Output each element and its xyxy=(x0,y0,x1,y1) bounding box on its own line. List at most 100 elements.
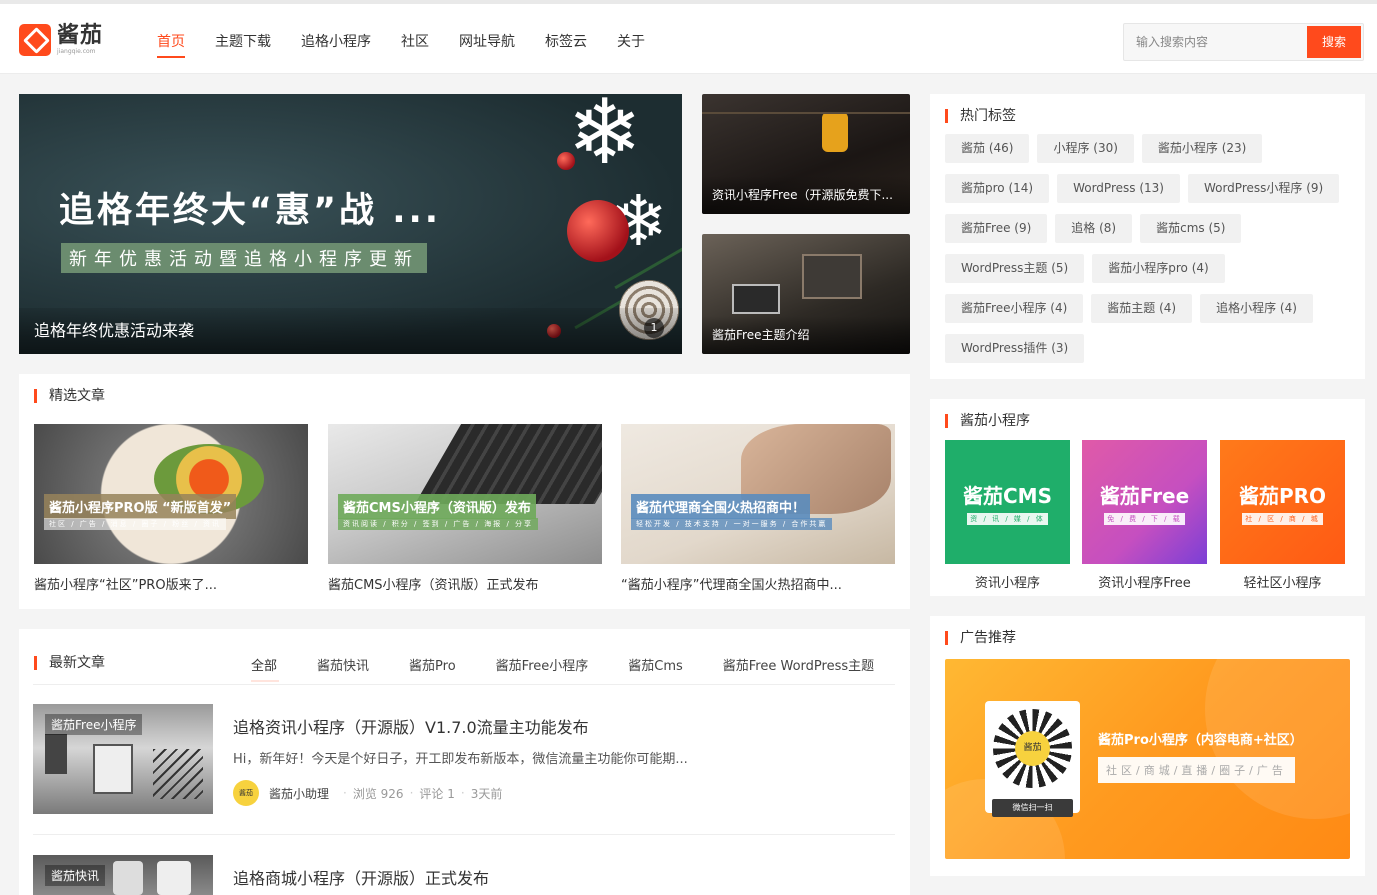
hero-subtitle: 新年优惠活动暨追格小程序更新 xyxy=(61,243,427,273)
tag-item[interactable]: WordPress主题 (5) xyxy=(945,254,1085,283)
post-author[interactable]: 酱茄小助理 xyxy=(269,785,329,802)
hero-slider[interactable]: ❄ ❄ 追格年终大“惠”战 ... 新年优惠活动暨追格小程序更新 追格年终优惠活… xyxy=(19,94,682,354)
tab-pro[interactable]: 酱茄Pro xyxy=(409,655,456,674)
tag-item[interactable]: 酱茄cms (5) xyxy=(1140,214,1242,243)
ad-panel: 广告推荐 酱茄 微信扫一扫 酱茄Pro小程序（内容电商+社区） 社区/商城/直播… xyxy=(930,616,1365,876)
nav-theme-download[interactable]: 主题下载 xyxy=(200,4,286,74)
keyboard-image xyxy=(414,424,602,504)
post-thumbnail[interactable]: 酱茄Free小程序 xyxy=(33,704,213,814)
qr-label: 微信扫一扫 xyxy=(992,799,1073,817)
slide-indicator[interactable]: 1 xyxy=(644,318,664,338)
latest-panel: 最新文章 全部 酱茄快讯 酱茄Pro 酱茄Free小程序 酱茄Cms 酱茄Fre… xyxy=(19,629,910,895)
section-title: 精选文章 xyxy=(34,389,105,403)
featured-title[interactable]: 酱茄CMS小程序（资讯版）正式发布 xyxy=(328,574,602,593)
nav-about[interactable]: 关于 xyxy=(602,4,660,74)
nav-tag-cloud[interactable]: 标签云 xyxy=(530,4,602,74)
mini-program-tagline: 免 / 费 / 下 / 载 xyxy=(1104,513,1185,525)
qr-code-card[interactable]: 酱茄 微信扫一扫 xyxy=(985,701,1080,817)
tag-item[interactable]: 小程序 (30) xyxy=(1037,134,1134,163)
post-comments: 评论 1 xyxy=(419,786,455,801)
list-item[interactable]: 酱茄Free小程序 追格资讯小程序（开源版）V1.7.0流量主功能发布 Hi，新… xyxy=(33,704,895,814)
mini-programs-panel: 酱茄小程序 酱茄CMS 资 / 讯 / 媒 / 体 资讯小程序 酱茄Free 免… xyxy=(930,399,1365,596)
site-logo[interactable]: 酱茄 jiangqie.com xyxy=(19,24,103,56)
hot-tags-panel: 热门标签 酱茄 (46) 小程序 (30) 酱茄小程序 (23) 酱茄pro (… xyxy=(930,94,1365,379)
tab-all[interactable]: 全部 xyxy=(251,655,277,674)
mini-program-name[interactable]: 资讯小程序Free xyxy=(1082,572,1207,591)
tag-item[interactable]: WordPress (13) xyxy=(1057,174,1180,203)
post-thumbnail[interactable]: 酱茄快讯 xyxy=(33,855,213,895)
ad-banner[interactable]: 酱茄 微信扫一扫 酱茄Pro小程序（内容电商+社区） 社区/商城/直播/圈子/广… xyxy=(945,659,1350,859)
nav-home[interactable]: 首页 xyxy=(142,4,200,74)
tag-cloud: 酱茄 (46) 小程序 (30) 酱茄小程序 (23) 酱茄pro (14) W… xyxy=(945,134,1355,374)
tag-item[interactable]: WordPress小程序 (9) xyxy=(1187,174,1340,203)
search-input[interactable] xyxy=(1124,24,1306,60)
side-slide-caption: 资讯小程序Free（开源版免费下... xyxy=(702,176,910,214)
post-meta: 酱茄 酱茄小助理 · 浏览 926 · 评论 1 · 3天前 xyxy=(233,780,502,806)
list-item[interactable]: 酱茄快讯 追格商城小程序（开源版）正式发布 xyxy=(33,855,895,895)
featured-card[interactable]: 酱茄代理商全国火热招商中！ 轻松开发 / 技术支持 / 一对一服务 / 合作共赢… xyxy=(621,424,895,593)
featured-overlay: 酱茄CMS小程序（资讯版）发布 xyxy=(338,494,536,519)
tag-item[interactable]: 酱茄 (46) xyxy=(945,134,1030,163)
tag-item[interactable]: 酱茄pro (14) xyxy=(945,174,1050,203)
section-title: 广告推荐 xyxy=(945,631,1016,645)
section-title: 最新文章 xyxy=(34,656,105,670)
tab-news[interactable]: 酱茄快讯 xyxy=(317,655,369,674)
mini-program-name[interactable]: 轻社区小程序 xyxy=(1220,572,1345,591)
active-tab-indicator xyxy=(251,680,279,682)
side-slide-caption: 酱茄Free主题介绍 xyxy=(702,316,910,354)
ornament-ball xyxy=(567,200,629,262)
search-box: 搜索 xyxy=(1123,23,1364,61)
site-header: 酱茄 jiangqie.com 首页 主题下载 追格小程序 社区 网址导航 标签… xyxy=(0,4,1377,74)
side-slide-2[interactable]: 酱茄Free主题介绍 xyxy=(702,234,910,354)
featured-overlay-sub: 社区 / 广告 / 消息 / 圈子 / 粉丝 / 资讯 xyxy=(44,518,227,530)
tab-cms[interactable]: 酱茄Cms xyxy=(628,655,683,674)
tag-item[interactable]: 追格 (8) xyxy=(1055,214,1133,243)
featured-overlay: 酱茄小程序PRO版 “新版首发” xyxy=(44,494,237,519)
ad-subline: 社区/商城/直播/圈子/广告 xyxy=(1098,757,1295,783)
featured-overlay: 酱茄代理商全国火热招商中！ xyxy=(631,494,811,519)
mini-program-tagline: 社 / 区 / 商 / 城 xyxy=(1242,513,1323,525)
featured-card[interactable]: 酱茄CMS小程序（资讯版）发布 资讯阅读 / 积分 / 签到 / 广告 / 海报… xyxy=(328,424,602,593)
featured-panel: 精选文章 酱茄小程序PRO版 “新版首发” 社区 / 广告 / 消息 / 圈子 … xyxy=(19,374,910,609)
avatar[interactable]: 酱茄 xyxy=(233,780,259,806)
main-nav: 首页 主题下载 追格小程序 社区 网址导航 标签云 关于 xyxy=(142,4,660,74)
post-title[interactable]: 追格商城小程序（开源版）正式发布 xyxy=(233,865,489,889)
tag-item[interactable]: 酱茄主题 (4) xyxy=(1091,294,1193,323)
mini-program-card[interactable]: 酱茄PRO 社 / 区 / 商 / 城 轻社区小程序 xyxy=(1220,440,1345,591)
tag-item[interactable]: 酱茄小程序 (23) xyxy=(1141,134,1263,163)
featured-overlay-sub: 资讯阅读 / 积分 / 签到 / 广告 / 海报 / 分享 xyxy=(338,518,539,530)
tab-free-wordpress[interactable]: 酱茄Free WordPress主题 xyxy=(723,655,874,674)
tag-item[interactable]: WordPress插件 (3) xyxy=(945,334,1085,363)
mini-program-card[interactable]: 酱茄Free 免 / 费 / 下 / 载 资讯小程序Free xyxy=(1082,440,1207,591)
post-time: 3天前 xyxy=(470,786,503,801)
featured-title[interactable]: 酱茄小程序“社区”PRO版来了... xyxy=(34,574,308,593)
nav-zhuige-miniprogram[interactable]: 追格小程序 xyxy=(286,4,386,74)
post-views: 浏览 926 xyxy=(352,786,404,801)
nav-url-navigation[interactable]: 网址导航 xyxy=(444,4,530,74)
crane-hook xyxy=(822,112,848,152)
hero-title: 追格年终大“惠”战 ... xyxy=(59,191,442,231)
post-excerpt: Hi，新年好！今天是个好日子，开工即发布新版本，微信流量主功能你可能期... xyxy=(233,752,688,767)
mini-program-name[interactable]: 资讯小程序 xyxy=(945,572,1070,591)
tag-item[interactable]: 酱茄Free小程序 (4) xyxy=(945,294,1084,323)
tag-item[interactable]: 酱茄Free (9) xyxy=(945,214,1048,243)
post-title[interactable]: 追格资讯小程序（开源版）V1.7.0流量主功能发布 xyxy=(233,714,589,738)
logo-domain: jiangqie.com xyxy=(57,48,96,55)
mini-program-logo-text: 酱茄CMS xyxy=(963,484,1052,508)
featured-card[interactable]: 酱茄小程序PRO版 “新版首发” 社区 / 广告 / 消息 / 圈子 / 粉丝 … xyxy=(34,424,308,593)
nav-community[interactable]: 社区 xyxy=(386,4,444,74)
search-button[interactable]: 搜索 xyxy=(1307,26,1361,58)
post-category-badge: 酱茄Free小程序 xyxy=(45,714,143,735)
qr-center-logo: 酱茄 xyxy=(1015,731,1050,766)
section-title: 酱茄小程序 xyxy=(945,414,1030,428)
tab-free-miniprogram[interactable]: 酱茄Free小程序 xyxy=(496,655,589,674)
tag-item[interactable]: 酱茄小程序pro (4) xyxy=(1092,254,1225,283)
logo-icon xyxy=(19,24,51,56)
side-slide-1[interactable]: 资讯小程序Free（开源版免费下... xyxy=(702,94,910,214)
featured-title[interactable]: “酱茄小程序”代理商全国火热招商中... xyxy=(621,574,895,593)
tag-item[interactable]: 追格小程序 (4) xyxy=(1200,294,1313,323)
hero-caption[interactable]: 追格年终优惠活动来袭 xyxy=(19,308,682,354)
section-title: 热门标签 xyxy=(945,109,1016,123)
mini-program-tagline: 资 / 讯 / 媒 / 体 xyxy=(967,513,1048,525)
mini-program-card[interactable]: 酱茄CMS 资 / 讯 / 媒 / 体 资讯小程序 xyxy=(945,440,1070,591)
